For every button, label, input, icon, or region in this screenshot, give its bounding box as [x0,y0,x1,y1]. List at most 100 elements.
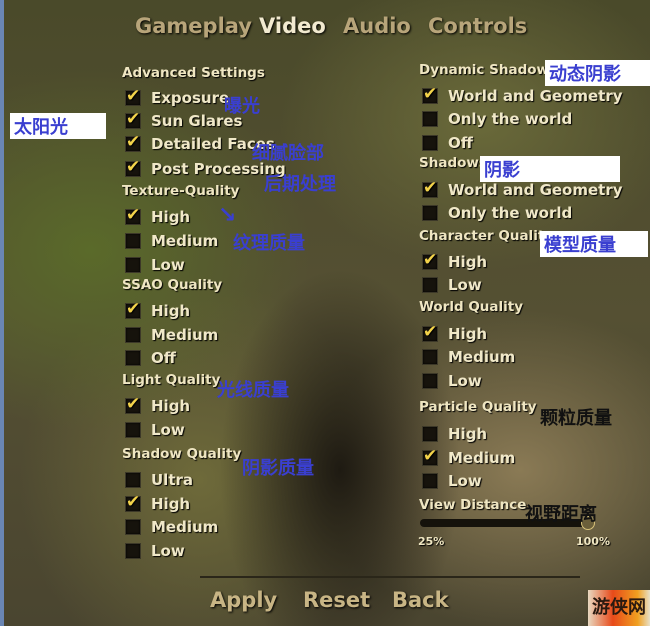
checkbox[interactable] [422,426,438,442]
checkmark-icon: ✔ [126,394,141,414]
tab-controls[interactable]: Controls [428,14,527,38]
checkbox-option[interactable]: Low [125,255,185,275]
checkbox-option[interactable]: Low [422,371,482,391]
checkbox[interactable] [125,519,141,535]
checkbox-option[interactable]: ✔ High [125,205,190,227]
option-label: High [448,253,488,271]
checkbox-option[interactable]: ✔ High [422,250,488,272]
section-header: Particle Quality [419,399,537,415]
checkbox-option[interactable]: Low [125,420,185,440]
checkbox[interactable]: ✔ [125,109,141,129]
checkbox-option[interactable]: ✔ Exposure [125,86,229,108]
checkbox[interactable]: ✔ [125,394,141,414]
checkbox[interactable] [125,422,141,438]
checkmark-icon: ✔ [423,250,438,270]
annotation-light-quality: 光线质量 [217,380,289,401]
annotation-sunlight: 太阳光 [10,113,106,139]
reset-button[interactable]: Reset [303,588,370,612]
checkbox-option[interactable]: ✔ World and Geometry [422,178,623,200]
checkmark-icon: ✔ [126,132,141,152]
section-header: Shadows [419,155,487,171]
option-label: Low [151,421,185,439]
checkbox-option[interactable]: ✔ High [125,299,190,321]
option-label: High [151,495,191,513]
option-label: Medium [151,232,219,250]
checkbox[interactable] [422,135,438,151]
checkbox[interactable] [125,327,141,343]
checkbox-option[interactable]: Low [422,471,482,491]
checkbox[interactable]: ✔ [422,322,438,342]
checkmark-icon: ✔ [126,299,141,319]
checkbox[interactable]: ✔ [125,205,141,225]
divider [200,576,580,578]
option-label: World and Geometry [448,181,623,199]
arrow-icon: ↘ [218,203,237,228]
annotation-character-quality: 模型质量 [540,231,648,257]
checkbox[interactable] [422,277,438,293]
checkbox[interactable] [422,473,438,489]
checkbox[interactable] [125,350,141,366]
back-button[interactable]: Back [392,588,449,612]
option-label: Low [448,372,482,390]
checkbox-option[interactable]: Ultra [125,470,193,490]
apply-button[interactable]: Apply [210,588,277,612]
annotation-shadow-quality: 阴影质量 [242,458,314,479]
checkbox[interactable]: ✔ [125,132,141,152]
slider-max-label: 100% [576,535,610,548]
checkbox-option[interactable]: Medium [125,231,218,251]
checkbox[interactable] [125,472,141,488]
checkbox-option[interactable]: ✔ World and Geometry [422,84,623,106]
checkbox[interactable]: ✔ [125,492,141,512]
option-label: Low [448,276,482,294]
option-label: Only the world [448,110,573,128]
checkbox[interactable] [125,233,141,249]
annotation-view-distance: 视野距离 [525,504,597,525]
checkmark-icon: ✔ [126,205,141,225]
option-label: Off [151,349,176,367]
section-header: Character Quality [419,228,554,244]
checkbox-option[interactable]: Off [125,348,176,368]
tab-gameplay[interactable]: Gameplay [135,14,252,38]
annotation-detailed-faces: 细腻脸部 [252,143,324,164]
checkbox[interactable]: ✔ [125,157,141,177]
checkmark-icon: ✔ [126,157,141,177]
option-label: Medium [151,518,219,536]
checkbox-option[interactable]: ✔ Medium [422,446,515,468]
section-header: Texture-Quality [122,183,240,199]
checkbox[interactable]: ✔ [422,84,438,104]
checkbox-option[interactable]: ✔ High [125,492,191,514]
section-header: Shadow Quality [122,446,242,462]
checkbox-option[interactable]: Only the world [422,203,572,223]
checkbox[interactable] [422,349,438,365]
checkbox-option[interactable]: Medium [422,347,515,367]
checkbox-option[interactable]: Medium [125,325,218,345]
checkbox-option[interactable]: Only the world [422,109,572,129]
tab-video[interactable]: Video [259,14,326,38]
checkbox-option[interactable]: Off [422,133,473,153]
tab-audio[interactable]: Audio [343,14,411,38]
checkbox-option[interactable]: Low [422,275,482,295]
section-header: Advanced Settings [122,65,265,81]
checkbox[interactable] [422,373,438,389]
checkbox[interactable] [422,205,438,221]
checkbox[interactable]: ✔ [125,86,141,106]
checkbox-option[interactable]: High [422,424,487,444]
view-distance-label: View Distance [419,497,527,513]
checkbox[interactable] [125,543,141,559]
checkbox-option[interactable]: ✔ High [125,394,191,416]
checkbox[interactable] [422,111,438,127]
checkbox-option[interactable]: Low [125,541,185,561]
option-label: High [448,325,488,343]
checkbox[interactable]: ✔ [422,446,438,466]
checkbox[interactable]: ✔ [422,178,438,198]
checkmark-icon: ✔ [126,109,141,129]
checkbox-option[interactable]: ✔ High [422,322,488,344]
option-label: High [151,397,191,415]
checkbox[interactable] [125,257,141,273]
checkmark-icon: ✔ [423,322,438,342]
annotation-shadows: 阴影 [480,156,620,182]
checkbox-option[interactable]: Medium [125,517,218,537]
checkbox[interactable]: ✔ [422,250,438,270]
option-label: High [448,425,488,443]
checkbox[interactable]: ✔ [125,299,141,319]
